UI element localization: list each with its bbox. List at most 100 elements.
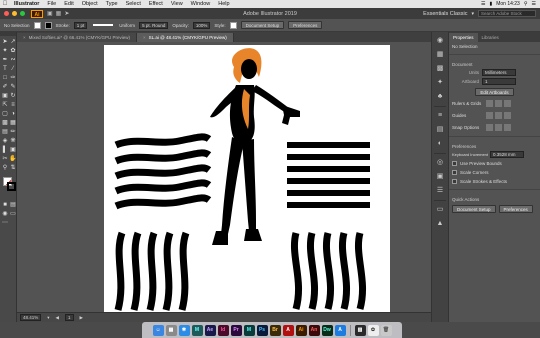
muse-icon[interactable]: M [243, 324, 255, 336]
stroke-weight-field[interactable]: 1 pt [73, 21, 88, 29]
artboard[interactable] [104, 45, 390, 312]
stroke-color-swatch[interactable] [7, 182, 16, 191]
artboards-icon[interactable]: ▭ [435, 205, 445, 215]
vertical-wave[interactable] [306, 232, 318, 310]
brushes-icon[interactable]: ✦ [435, 78, 445, 88]
wavy-line[interactable] [114, 133, 212, 149]
paintbrush-icon[interactable]: ✑ [9, 74, 17, 82]
blend-tool-icon[interactable]: ◈ [1, 137, 9, 145]
keynote-icon[interactable]: ▧ [354, 324, 366, 336]
canvas-area[interactable] [17, 42, 431, 312]
line-tool-icon[interactable]: ⁄ [9, 65, 17, 73]
wavy-lines-top-left[interactable] [114, 133, 212, 210]
vertical-wave[interactable] [338, 232, 350, 310]
snap-pixel-icon[interactable] [504, 123, 511, 131]
menu-view[interactable]: View [167, 1, 187, 7]
shape-builder-icon[interactable]: ◑ [9, 110, 17, 118]
stroke-profile-select[interactable]: Uniform [119, 23, 135, 28]
mesh-tool-icon[interactable]: ▦ [9, 119, 17, 127]
pen-tool-icon[interactable]: ✒ [1, 56, 9, 64]
app-store-icon[interactable]: A [334, 324, 346, 336]
appearance-icon[interactable]: ◎ [435, 158, 445, 168]
gradient-tool-icon[interactable]: ▤ [1, 128, 9, 136]
dreamweaver-icon[interactable]: Dw [321, 324, 333, 336]
qa-preferences-button[interactable]: Preferences [498, 204, 533, 213]
straight-line[interactable] [287, 178, 370, 184]
media-encoder-icon[interactable]: M [191, 324, 203, 336]
close-window-button[interactable] [4, 11, 9, 16]
lasso-icon[interactable]: ✿ [9, 47, 17, 55]
tab-sl[interactable]: × SL.ai @ 48.41% (CMYK/GPU Preview) [137, 33, 234, 42]
color-mode-icon[interactable]: ■ [1, 201, 9, 209]
transparency-grid-icon[interactable] [504, 99, 511, 107]
free-transform-icon[interactable]: ▢ [1, 110, 9, 118]
wavy-line[interactable] [114, 149, 212, 165]
shaper-tool-icon[interactable]: ✐ [1, 83, 9, 91]
stroke-panel-icon[interactable]: ≡ [435, 111, 445, 121]
illustrator-app-icon[interactable]: Ai [295, 324, 307, 336]
menu-help[interactable]: Help [214, 1, 233, 7]
selection-tool-icon[interactable]: ➤ [1, 38, 9, 46]
scale-strokes-checkbox[interactable] [452, 179, 457, 184]
perspective-grid-icon[interactable]: ▩ [1, 119, 9, 127]
edit-artboards-button[interactable]: Edit Artboards [475, 87, 514, 96]
menu-file[interactable]: File [43, 1, 60, 7]
smart-guides-icon[interactable] [504, 111, 511, 119]
menu-effect[interactable]: Effect [145, 1, 167, 7]
units-select[interactable]: Millimeters [482, 69, 516, 76]
rotate-tool-icon[interactable]: ↻ [9, 92, 17, 100]
vertical-wave[interactable] [146, 231, 158, 311]
hand-tool-icon[interactable]: ✋ [9, 155, 17, 163]
eyedropper-icon[interactable]: ✏ [9, 128, 17, 136]
photos-icon[interactable]: ✿ [367, 324, 379, 336]
type-tool-icon[interactable]: T [1, 65, 9, 73]
color-guide-icon[interactable]: ▦ [435, 50, 445, 60]
menu-object[interactable]: Object [78, 1, 102, 7]
vertical-wave[interactable] [322, 232, 334, 310]
fill-swatch[interactable] [33, 21, 41, 29]
vertical-wave[interactable] [130, 231, 142, 311]
arrange-documents-icon[interactable]: ▦ [56, 10, 62, 17]
preferences-button[interactable]: Preferences [288, 21, 323, 29]
draw-mode-icon[interactable]: ◉ [1, 210, 9, 218]
acrobat-icon[interactable]: A [282, 324, 294, 336]
menu-illustrator[interactable]: Illustrator [10, 1, 43, 7]
wavy-line[interactable] [114, 179, 212, 195]
style-swatch[interactable] [229, 21, 237, 29]
next-artboard-icon[interactable]: ▶ [80, 315, 83, 321]
symbol-sprayer-icon[interactable]: ❋ [9, 137, 17, 145]
scale-tool-icon[interactable]: ⇱ [1, 101, 9, 109]
straight-line[interactable] [287, 142, 370, 148]
magic-wand-icon[interactable]: ✦ [1, 47, 9, 55]
opacity-field[interactable]: 100% [192, 21, 211, 29]
figure-illustration[interactable] [210, 48, 300, 245]
keyboard-increment-field[interactable]: 0.3528 mm [490, 151, 524, 158]
animate-icon[interactable]: An [308, 324, 320, 336]
after-effects-icon[interactable]: Ae [204, 324, 216, 336]
chevron-down-icon[interactable]: ▾ [47, 315, 49, 321]
zoom-field[interactable]: 48.41% [20, 314, 42, 321]
screen-mode-icon[interactable]: ▭ [9, 210, 17, 218]
slice-tool-icon[interactable]: ✂ [1, 155, 9, 163]
grid-icon[interactable] [495, 99, 502, 107]
straight-line[interactable] [287, 154, 370, 160]
finder-icon[interactable]: ☺ [152, 324, 164, 336]
bridge-app-icon[interactable]: Br [269, 324, 281, 336]
artboard-number-field[interactable]: 1 [65, 314, 74, 321]
swap-colors-icon[interactable]: ⇅ [9, 164, 17, 172]
apple-icon[interactable]:  [0, 1, 10, 7]
stroke-label[interactable]: Stroke: [56, 23, 70, 28]
wavy-lines-bottom-left[interactable] [114, 231, 190, 311]
document-setup-button[interactable]: Document Setup [240, 21, 285, 29]
artboard-tool-icon[interactable]: ▣ [9, 146, 17, 154]
snap-grid-icon[interactable] [495, 123, 502, 131]
scale-corners-row[interactable]: Scale Corners [449, 168, 540, 177]
launchpad-icon[interactable]: ▦ [165, 324, 177, 336]
trash-icon[interactable]: 🗑 [380, 324, 392, 336]
vertical-wave[interactable] [114, 231, 126, 311]
eraser-icon[interactable]: ▣ [1, 92, 9, 100]
menu-type[interactable]: Type [102, 1, 122, 7]
lock-guides-icon[interactable] [495, 111, 502, 119]
scale-strokes-row[interactable]: Scale Strokes & Effects [449, 177, 540, 186]
minimize-window-button[interactable] [12, 11, 17, 16]
